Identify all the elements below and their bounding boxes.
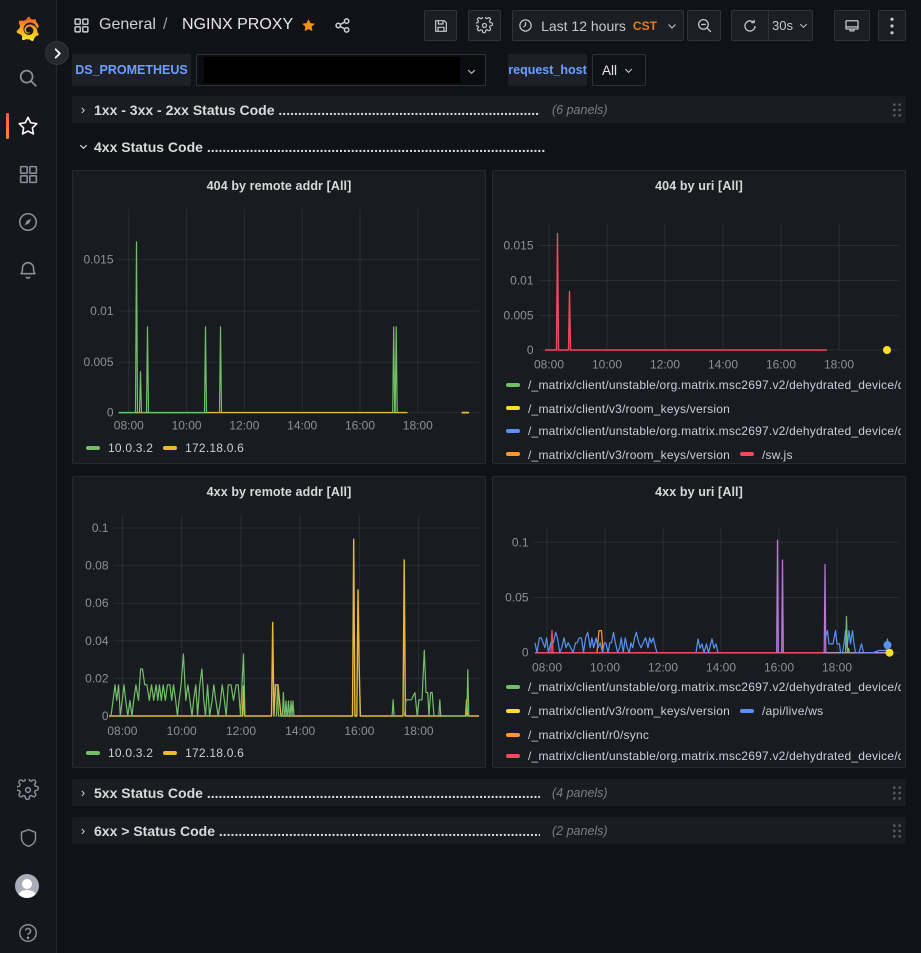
svg-text:0.08: 0.08: [85, 559, 109, 573]
svg-text:0.01: 0.01: [90, 304, 114, 318]
svg-text:08:00: 08:00: [532, 661, 562, 675]
svg-text:18:00: 18:00: [403, 419, 433, 433]
svg-text:10:00: 10:00: [590, 661, 620, 675]
svg-text:12:00: 12:00: [650, 358, 680, 372]
svg-text:16:00: 16:00: [344, 724, 374, 738]
svg-text:0.06: 0.06: [85, 596, 109, 610]
svg-text:0: 0: [522, 646, 529, 660]
svg-text:0.04: 0.04: [85, 634, 109, 648]
svg-text:14:00: 14:00: [706, 661, 736, 675]
svg-text:0.015: 0.015: [83, 252, 113, 266]
svg-text:0.02: 0.02: [85, 671, 109, 685]
svg-text:16:00: 16:00: [766, 358, 796, 372]
svg-text:0.005: 0.005: [503, 309, 533, 323]
svg-text:18:00: 18:00: [822, 661, 852, 675]
svg-text:0: 0: [107, 406, 114, 420]
svg-text:12:00: 12:00: [229, 419, 259, 433]
svg-text:12:00: 12:00: [648, 661, 678, 675]
svg-text:0.1: 0.1: [512, 535, 529, 549]
svg-text:0: 0: [102, 709, 109, 723]
svg-text:16:00: 16:00: [764, 661, 794, 675]
svg-text:10:00: 10:00: [592, 358, 622, 372]
svg-text:08:00: 08:00: [534, 358, 564, 372]
svg-text:0.05: 0.05: [505, 591, 529, 605]
svg-text:08:00: 08:00: [114, 419, 144, 433]
svg-text:16:00: 16:00: [345, 419, 375, 433]
svg-text:14:00: 14:00: [285, 724, 315, 738]
svg-text:10:00: 10:00: [172, 419, 202, 433]
svg-text:0: 0: [527, 343, 534, 357]
svg-text:08:00: 08:00: [107, 724, 137, 738]
svg-text:0.005: 0.005: [83, 355, 113, 369]
svg-text:14:00: 14:00: [708, 358, 738, 372]
svg-text:18:00: 18:00: [404, 724, 434, 738]
svg-text:18:00: 18:00: [824, 358, 854, 372]
svg-text:0.01: 0.01: [510, 274, 534, 288]
svg-text:10:00: 10:00: [167, 724, 197, 738]
svg-text:0.015: 0.015: [503, 239, 533, 253]
svg-text:0.1: 0.1: [92, 521, 109, 535]
svg-text:12:00: 12:00: [226, 724, 256, 738]
svg-text:14:00: 14:00: [287, 419, 317, 433]
